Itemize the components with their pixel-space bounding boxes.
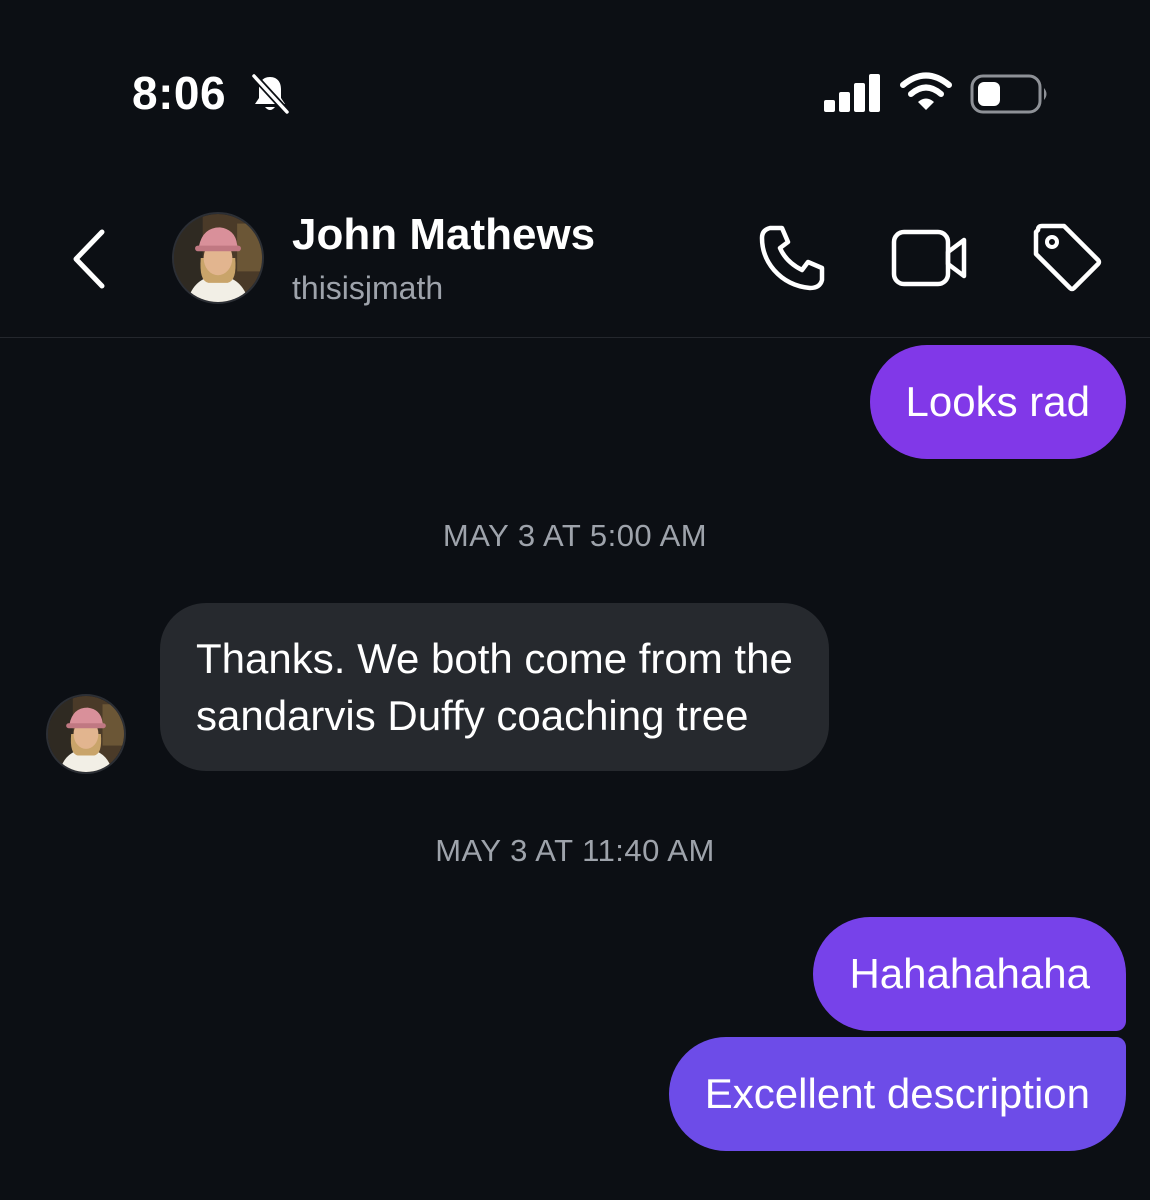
chevron-left-icon[interactable] bbox=[66, 226, 116, 292]
incoming-message[interactable]: Thanks. We both come from the sandarvis … bbox=[160, 603, 829, 771]
outgoing-message[interactable]: Hahahahaha bbox=[813, 917, 1126, 1031]
message-text-line: sandarvis Duffy coaching tree bbox=[196, 692, 749, 739]
video-camera-icon[interactable] bbox=[890, 226, 970, 290]
contact-avatar[interactable] bbox=[172, 212, 264, 304]
message-timestamp: MAY 3 AT 5:00 AM bbox=[442, 518, 708, 553]
bell-slash-icon bbox=[251, 73, 290, 115]
avatar-photo bbox=[174, 214, 262, 302]
message-text-line: Thanks. We both come from the bbox=[196, 635, 793, 682]
phone-icon[interactable] bbox=[756, 220, 830, 294]
message-text: Hahahahaha bbox=[849, 950, 1090, 997]
status-time: 8:06 bbox=[132, 67, 227, 119]
contact-name[interactable]: John Mathews bbox=[292, 210, 595, 260]
battery-icon bbox=[970, 74, 1047, 114]
status-bar: 8:06 bbox=[0, 0, 1150, 190]
message-timestamp: MAY 3 AT 11:40 AM bbox=[435, 833, 715, 868]
cellular-signal-icon bbox=[824, 74, 880, 112]
contact-username[interactable]: thisisjmath bbox=[292, 270, 443, 307]
wifi-icon bbox=[900, 72, 952, 110]
tag-icon[interactable] bbox=[1030, 220, 1104, 294]
message-text: Looks rad bbox=[905, 378, 1090, 425]
avatar-photo bbox=[48, 696, 124, 772]
chat-header: John Mathews thisisjmath bbox=[0, 190, 1150, 338]
sender-avatar[interactable] bbox=[46, 694, 126, 774]
outgoing-message[interactable]: Looks rad bbox=[869, 345, 1126, 459]
outgoing-message[interactable]: Excellent description bbox=[668, 1037, 1126, 1151]
message-text: Excellent description bbox=[704, 1070, 1090, 1117]
